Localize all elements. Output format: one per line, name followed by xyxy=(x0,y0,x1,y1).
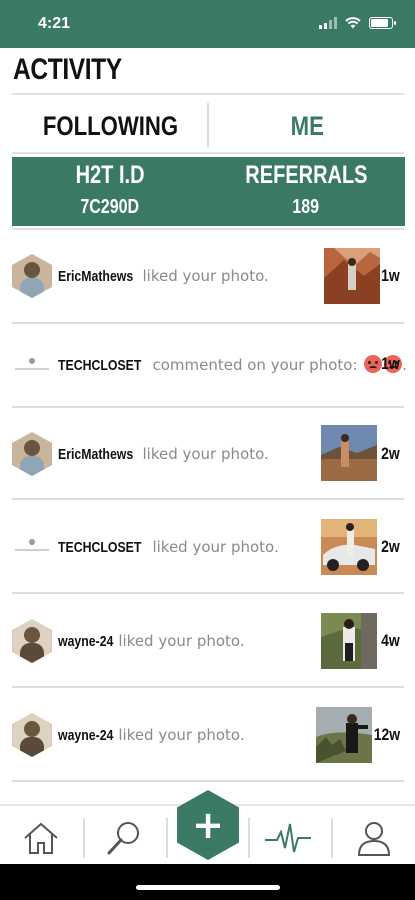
activity-username[interactable]: TECHCLOSET xyxy=(58,357,141,374)
activity-username[interactable]: EricMathews xyxy=(58,268,133,285)
activity-time: 2w xyxy=(381,537,400,556)
activity-time: 1w xyxy=(381,354,400,373)
activity-username[interactable]: TECHCLOSET xyxy=(58,539,141,556)
photo-thumbnail[interactable] xyxy=(321,519,377,575)
activity-action: liked your photo. xyxy=(142,445,269,463)
photo-thumbnail[interactable] xyxy=(321,425,377,481)
profile-icon[interactable] xyxy=(344,814,404,862)
activity-row[interactable]: wayne-24 liked your photo. 12w xyxy=(0,688,415,782)
activity-message: wayne-24 liked your photo. xyxy=(58,726,245,744)
activity-row[interactable]: EricMathews liked your photo. 2w xyxy=(0,408,415,500)
activity-action: liked your photo. xyxy=(118,726,245,744)
tab-me-label: ME xyxy=(290,110,324,141)
avatar[interactable] xyxy=(12,619,52,663)
add-post-button[interactable]: + xyxy=(177,790,239,860)
tab-divider xyxy=(207,103,209,147)
activity-row[interactable]: TECHCLOSET commented on your photo: . 1w xyxy=(0,324,415,408)
activity-time: 1w xyxy=(381,266,400,285)
photo-thumbnail[interactable] xyxy=(321,613,377,669)
search-icon[interactable] xyxy=(94,814,154,862)
activity-row[interactable]: TECHCLOSET liked your photo. 2w xyxy=(0,500,415,594)
page-title: ACTIVITY xyxy=(13,53,122,86)
activity-action: commented on your photo: xyxy=(152,356,358,374)
activity-row[interactable]: EricMathews liked your photo. 1w xyxy=(0,228,415,324)
avatar[interactable] xyxy=(12,525,52,569)
tab-following-label: FOLLOWING xyxy=(42,110,178,141)
avatar[interactable] xyxy=(12,254,52,298)
activity-username[interactable]: EricMathews xyxy=(58,446,133,463)
h2t-id-label: H2T I.D xyxy=(75,161,145,189)
photo-thumbnail[interactable] xyxy=(316,707,372,763)
home-indicator[interactable] xyxy=(136,885,280,890)
activity-action: liked your photo. xyxy=(142,267,269,285)
status-bar: 4:21 xyxy=(0,0,415,48)
bottom-tab-bar: + xyxy=(0,790,415,864)
divider xyxy=(12,780,404,782)
activity-message: TECHCLOSET liked your photo. xyxy=(58,538,279,556)
status-time: 4:21 xyxy=(38,15,71,32)
divider xyxy=(166,818,168,858)
referrals-label: REFERRALS xyxy=(244,161,368,189)
battery-icon xyxy=(369,17,396,29)
h2t-id-value: 7C290D xyxy=(80,196,140,218)
activity-suffix: . xyxy=(402,356,408,374)
divider xyxy=(248,818,250,858)
referrals-value: 189 xyxy=(292,196,320,218)
avatar[interactable] xyxy=(12,344,52,388)
home-indicator-area xyxy=(0,864,415,900)
activity-pulse-icon[interactable] xyxy=(258,814,318,862)
status-icons xyxy=(319,17,396,29)
referrals-block: REFERRALS 189 xyxy=(208,157,404,226)
activity-message: EricMathews liked your photo. xyxy=(58,445,269,463)
activity-action: liked your photo. xyxy=(152,538,279,556)
photo-thumbnail[interactable] xyxy=(324,248,380,304)
activity-message: TECHCLOSET commented on your photo: . xyxy=(58,355,407,374)
home-icon[interactable] xyxy=(11,814,71,862)
id-referrals-panel: H2T I.D 7C290D REFERRALS 189 xyxy=(12,157,405,226)
divider xyxy=(331,818,333,858)
activity-row[interactable]: wayne-24 liked your photo. 4w xyxy=(0,594,415,688)
add-icon: + xyxy=(192,803,224,847)
activity-message: EricMathews liked your photo. xyxy=(58,267,269,285)
h2t-id-block: H2T I.D 7C290D xyxy=(12,157,208,226)
avatar[interactable] xyxy=(12,713,52,757)
activity-time: 2w xyxy=(381,444,400,463)
divider xyxy=(83,818,85,858)
activity-username[interactable]: wayne-24 xyxy=(58,727,113,744)
activity-time: 4w xyxy=(381,631,400,650)
activity-time: 12w xyxy=(373,725,400,744)
tab-following[interactable]: FOLLOWING xyxy=(12,100,208,152)
divider xyxy=(12,152,404,154)
divider xyxy=(12,93,404,95)
activity-action: liked your photo. xyxy=(118,632,245,650)
cellular-signal-icon xyxy=(319,17,337,29)
avatar[interactable] xyxy=(12,432,52,476)
activity-username[interactable]: wayne-24 xyxy=(58,633,113,650)
wifi-icon xyxy=(345,17,361,29)
tab-me[interactable]: ME xyxy=(210,100,404,152)
activity-message: wayne-24 liked your photo. xyxy=(58,632,245,650)
